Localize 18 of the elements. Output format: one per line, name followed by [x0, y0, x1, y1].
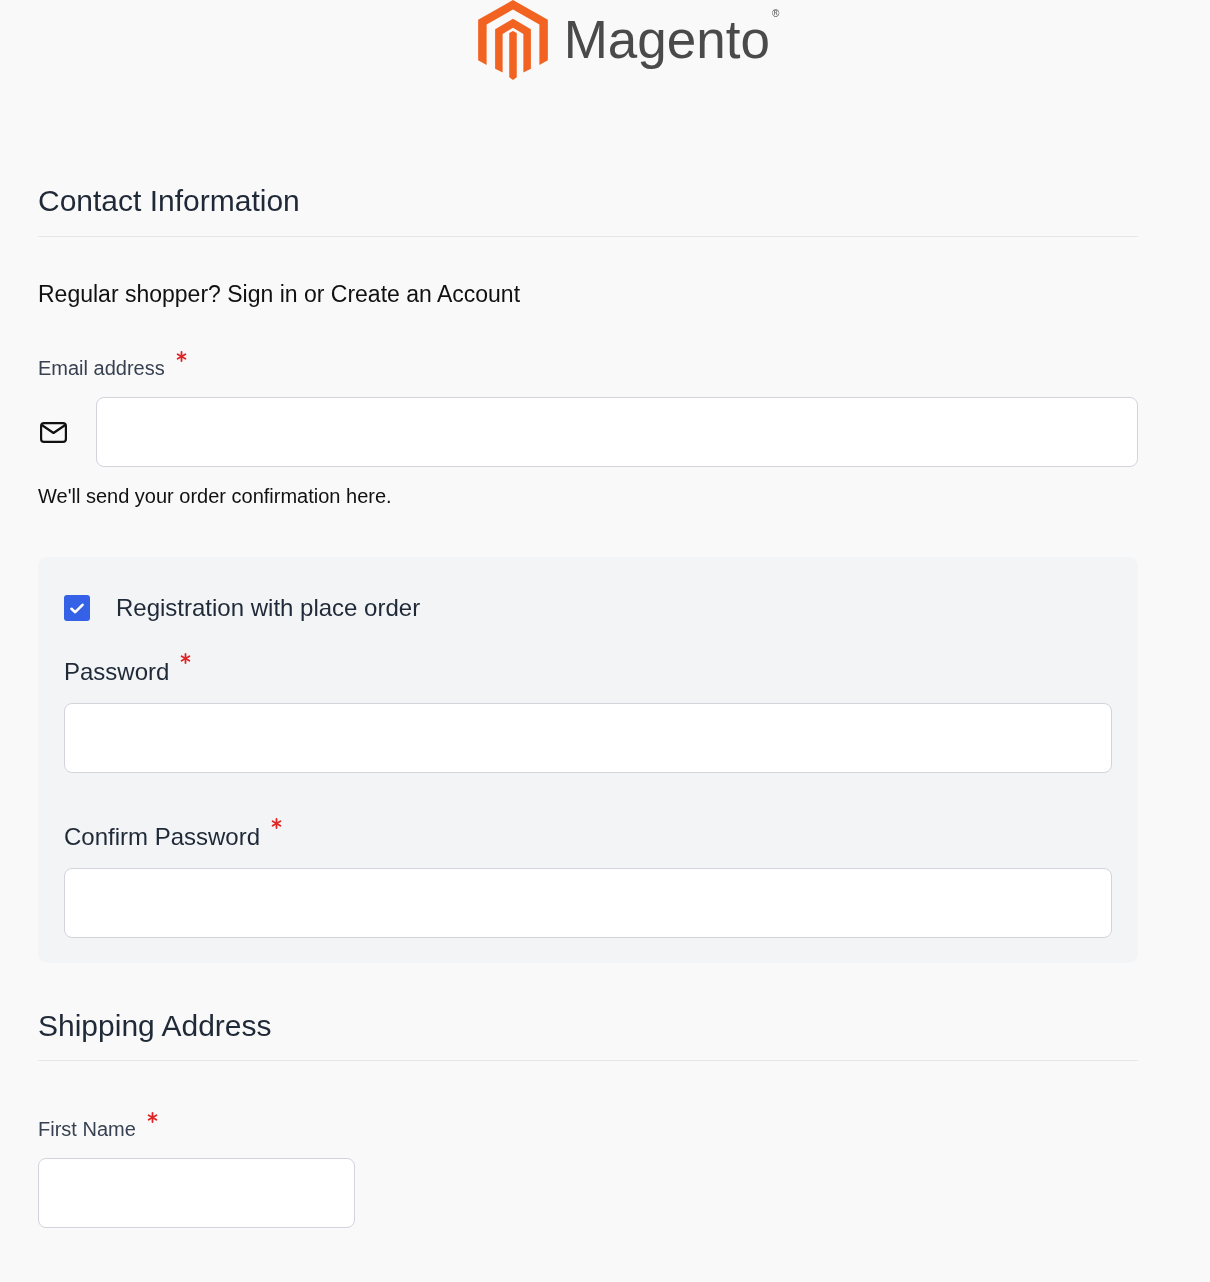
field-label: Password — [64, 657, 170, 687]
field-label: Confirm Password — [64, 822, 261, 852]
text-field[interactable] — [38, 1158, 355, 1228]
section-heading: Shipping Address — [38, 1008, 1138, 1061]
check-icon — [70, 602, 84, 614]
password-field[interactable] — [64, 868, 1112, 938]
password-field[interactable] — [64, 703, 1112, 773]
checkbox-label: Registration with place order — [116, 593, 421, 623]
email-field[interactable] — [96, 397, 1138, 467]
field-label: Email address — [38, 356, 165, 381]
field-label: First Name — [38, 1117, 136, 1142]
section-heading: Contact Information — [38, 183, 1138, 237]
logo-text: Magento$^{®}$ — [563, 10, 780, 70]
checkbox[interactable] — [64, 595, 90, 621]
mail-icon — [40, 421, 67, 443]
sign-in-prompt: Regular shopper? Sign in or Create an Account — [38, 280, 522, 309]
helper-text: We'll send your order confirmation here. — [38, 484, 393, 509]
logo-icon — [475, 0, 550, 81]
